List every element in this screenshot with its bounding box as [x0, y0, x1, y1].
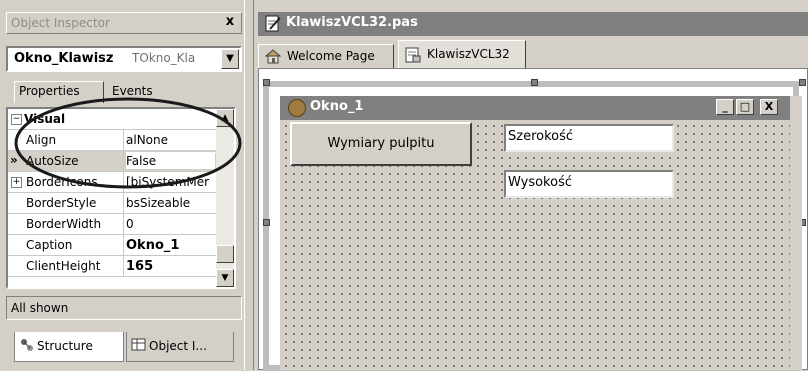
tab-welcome-page[interactable]: Welcome Page: [258, 44, 394, 68]
property-value[interactable]: bsSizeable: [126, 196, 218, 210]
pas-file-icon: [265, 15, 281, 32]
tab-object-inspector-label: Object I...: [149, 339, 207, 353]
tab-klawiszvcl32-label: KlawiszVCL32: [427, 47, 510, 61]
property-name: BorderWidth: [26, 217, 102, 231]
resize-handle[interactable]: [799, 79, 806, 86]
tab-klawiszvcl32[interactable]: KlawiszVCL32: [398, 40, 526, 70]
property-value[interactable]: Okno_1: [126, 238, 218, 253]
home-icon: [265, 49, 281, 64]
resize-handle[interactable]: [531, 79, 538, 86]
object-inspector-title: Object Inspector: [11, 16, 110, 30]
property-name: BorderIcons: [26, 175, 98, 189]
tab-structure-label: Structure: [37, 339, 93, 353]
property-name: Visual: [24, 112, 66, 126]
maximize-icon[interactable]: □: [736, 99, 754, 115]
tab-structure[interactable]: Structure: [14, 332, 124, 362]
bottom-tabs: Structure Object I...: [6, 326, 242, 370]
property-value[interactable]: 0: [126, 217, 218, 231]
form-title: Okno_1: [310, 99, 364, 114]
form-client-area[interactable]: Wymiary pulpitu Szerokość Wysokość: [280, 120, 790, 370]
property-row[interactable]: − Visual: [8, 109, 218, 130]
property-value[interactable]: [biSystemMer: [126, 175, 218, 189]
property-name: Caption: [26, 238, 73, 252]
editor-title: KlawiszVCL32.pas: [286, 15, 418, 30]
property-name: Align: [26, 133, 57, 147]
property-row[interactable]: ClientHeight 165: [8, 256, 218, 277]
property-grid-scrollbar[interactable]: ▲ ▼: [216, 109, 234, 287]
selection-marker-icon: »: [10, 153, 18, 167]
wysokosc-edit[interactable]: Wysokość: [504, 170, 674, 198]
tab-welcome-label: Welcome Page: [287, 49, 375, 63]
object-inspector-icon: [131, 338, 146, 351]
property-row-selected[interactable]: » AutoSize False ▼: [8, 151, 232, 172]
tab-events[interactable]: Events: [108, 82, 170, 104]
property-name: AutoSize: [26, 154, 79, 168]
scroll-down-icon[interactable]: ▼: [216, 269, 234, 287]
object-inspector-panel: Object Inspector x Okno_Klawisz TOkno_Kl…: [0, 0, 244, 370]
chevron-down-icon[interactable]: ▼: [221, 49, 239, 69]
object-inspector-titlebar[interactable]: Object Inspector x: [6, 12, 242, 34]
delphi-icon: [288, 99, 306, 117]
form-titlebar[interactable]: Okno_1 _ □ X: [280, 96, 790, 120]
property-name: ClientHeight: [26, 259, 101, 273]
scroll-thumb[interactable]: [216, 245, 234, 263]
component-name: Okno_Klawisz: [14, 51, 114, 66]
property-row[interactable]: + BorderIcons [biSystemMer: [8, 172, 218, 193]
close-icon[interactable]: x: [223, 15, 237, 30]
structure-icon: [21, 339, 33, 351]
editor-tabs: Welcome Page KlawiszVCL32: [258, 40, 808, 70]
designed-form[interactable]: Okno_1 _ □ X Wymiary pulpitu Szerokość W…: [280, 96, 802, 370]
property-name: BorderStyle: [26, 196, 97, 210]
wymiary-pulpitu-button[interactable]: Wymiary pulpitu: [290, 122, 472, 166]
resize-handle[interactable]: [263, 79, 270, 86]
minimize-icon[interactable]: _: [716, 99, 734, 115]
szerokosc-edit[interactable]: Szerokość: [504, 124, 674, 152]
property-value[interactable]: alNone: [126, 133, 218, 147]
property-value[interactable]: 165: [126, 259, 218, 274]
scroll-up-icon[interactable]: ▲: [216, 109, 234, 127]
expand-icon[interactable]: +: [11, 177, 22, 188]
property-row[interactable]: Caption Okno_1: [8, 235, 218, 256]
tab-properties[interactable]: Properties: [14, 81, 104, 103]
tab-object-inspector[interactable]: Object I...: [126, 332, 234, 362]
component-type: TOkno_Kla: [132, 51, 196, 65]
panel-splitter[interactable]: [244, 0, 254, 370]
collapse-icon[interactable]: −: [11, 114, 22, 125]
component-selector[interactable]: Okno_Klawisz TOkno_Kla ▼: [6, 46, 242, 72]
resize-handle[interactable]: [263, 219, 270, 226]
status-bar: All shown: [6, 296, 242, 320]
status-text: All shown: [11, 301, 69, 315]
property-row[interactable]: BorderStyle bsSizeable: [8, 193, 218, 214]
property-value[interactable]: False: [126, 152, 218, 169]
property-grid[interactable]: − Visual Align alNone » AutoSize False ▼…: [6, 107, 236, 289]
property-row[interactable]: BorderWidth 0: [8, 214, 218, 235]
close-icon[interactable]: X: [760, 99, 778, 115]
property-row[interactable]: Align alNone: [8, 130, 218, 151]
unit-file-icon: [405, 47, 421, 63]
editor-titlebar[interactable]: KlawiszVCL32.pas: [258, 12, 808, 36]
